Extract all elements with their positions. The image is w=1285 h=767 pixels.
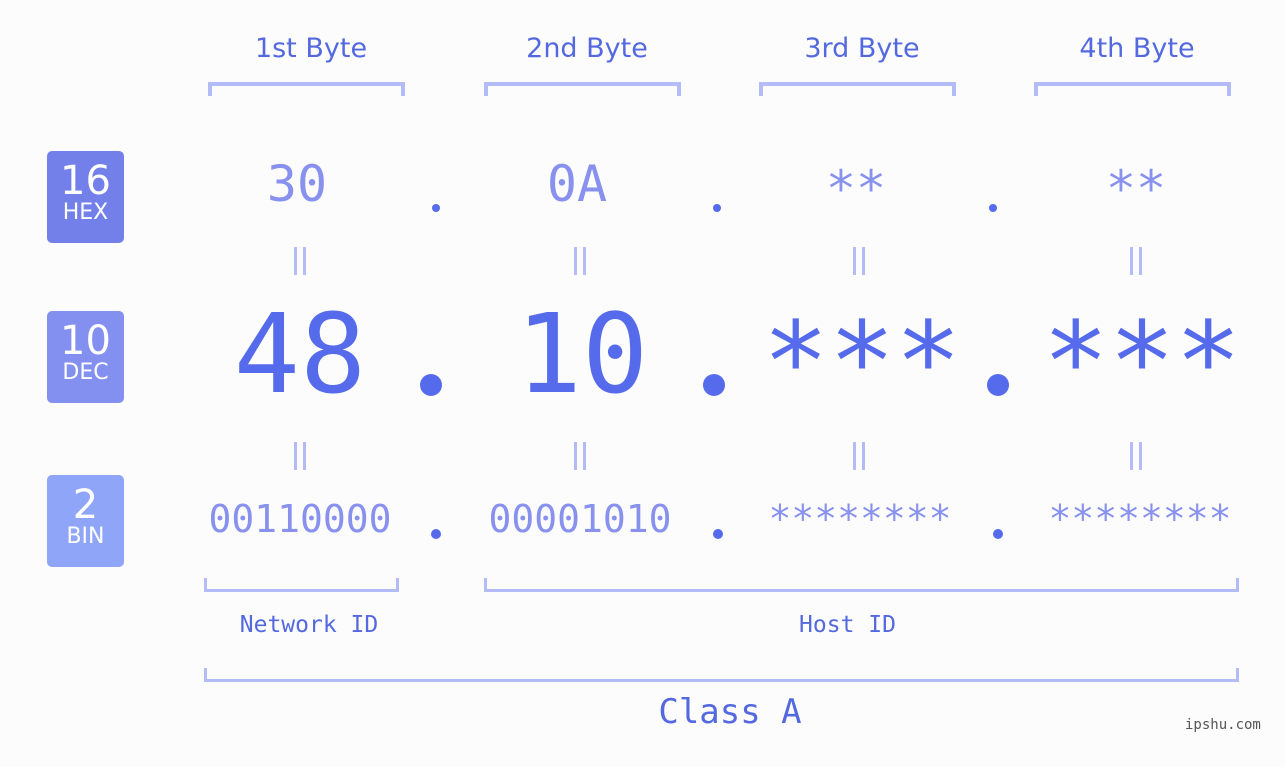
class-label: Class A [658, 692, 802, 732]
bin-badge-label: BIN [66, 524, 105, 549]
hex-badge-label: HEX [62, 200, 109, 225]
hex-separator-dot [432, 204, 440, 212]
byte-header-1: 1st Byte [254, 33, 368, 64]
host-id-label: Host ID [799, 612, 896, 638]
byte-header-4: 4th Byte [1079, 33, 1195, 64]
hex-separator-dot [989, 204, 997, 212]
byte-bracket-1 [208, 82, 405, 96]
dec-value-2: 10 [515, 290, 649, 418]
hex-value-3: ** [825, 160, 887, 218]
byte-header-2: 2nd Byte [526, 33, 648, 64]
equals-sign [1128, 442, 1144, 472]
bin-value-1: 00110000 [208, 497, 392, 541]
hex-value-1: 30 [266, 155, 328, 213]
bin-value-4: ******** [1048, 497, 1232, 541]
host-id-bracket [484, 578, 1239, 592]
bin-value-2: 00001010 [488, 497, 672, 541]
hex-value-4: ** [1105, 160, 1167, 218]
hex-separator-dot [713, 204, 721, 212]
equals-sign [1128, 247, 1144, 277]
byte-bracket-4 [1034, 82, 1231, 96]
byte-bracket-3 [759, 82, 956, 96]
equals-sign [572, 247, 588, 277]
network-id-label: Network ID [239, 612, 379, 638]
bin-badge: 2 BIN [47, 475, 124, 567]
dec-value-3: *** [762, 298, 962, 426]
bin-separator-dot [431, 529, 441, 539]
class-bracket [204, 668, 1239, 682]
hex-badge: 16 HEX [47, 151, 124, 243]
equals-sign [292, 247, 308, 277]
byte-bracket-2 [484, 82, 681, 96]
dec-badge: 10 DEC [47, 311, 124, 403]
network-id-bracket [204, 578, 399, 592]
equals-sign [572, 442, 588, 472]
hex-badge-base: 16 [60, 158, 111, 204]
dec-separator-dot [420, 374, 442, 396]
bin-value-3: ******** [768, 497, 952, 541]
dec-badge-label: DEC [62, 360, 109, 385]
dec-separator-dot [703, 374, 725, 396]
equals-sign [851, 247, 867, 277]
dec-value-1: 48 [233, 290, 367, 418]
equals-sign [851, 442, 867, 472]
dec-badge-base: 10 [60, 318, 111, 364]
byte-header-3: 3rd Byte [804, 33, 920, 64]
dec-value-4: *** [1042, 298, 1242, 426]
watermark: ipshu.com [1185, 717, 1261, 733]
bin-separator-dot [713, 529, 723, 539]
hex-value-2: 0A [546, 155, 608, 213]
bin-separator-dot [993, 529, 1003, 539]
equals-sign [292, 442, 308, 472]
bin-badge-base: 2 [72, 482, 99, 528]
dec-separator-dot [987, 374, 1009, 396]
